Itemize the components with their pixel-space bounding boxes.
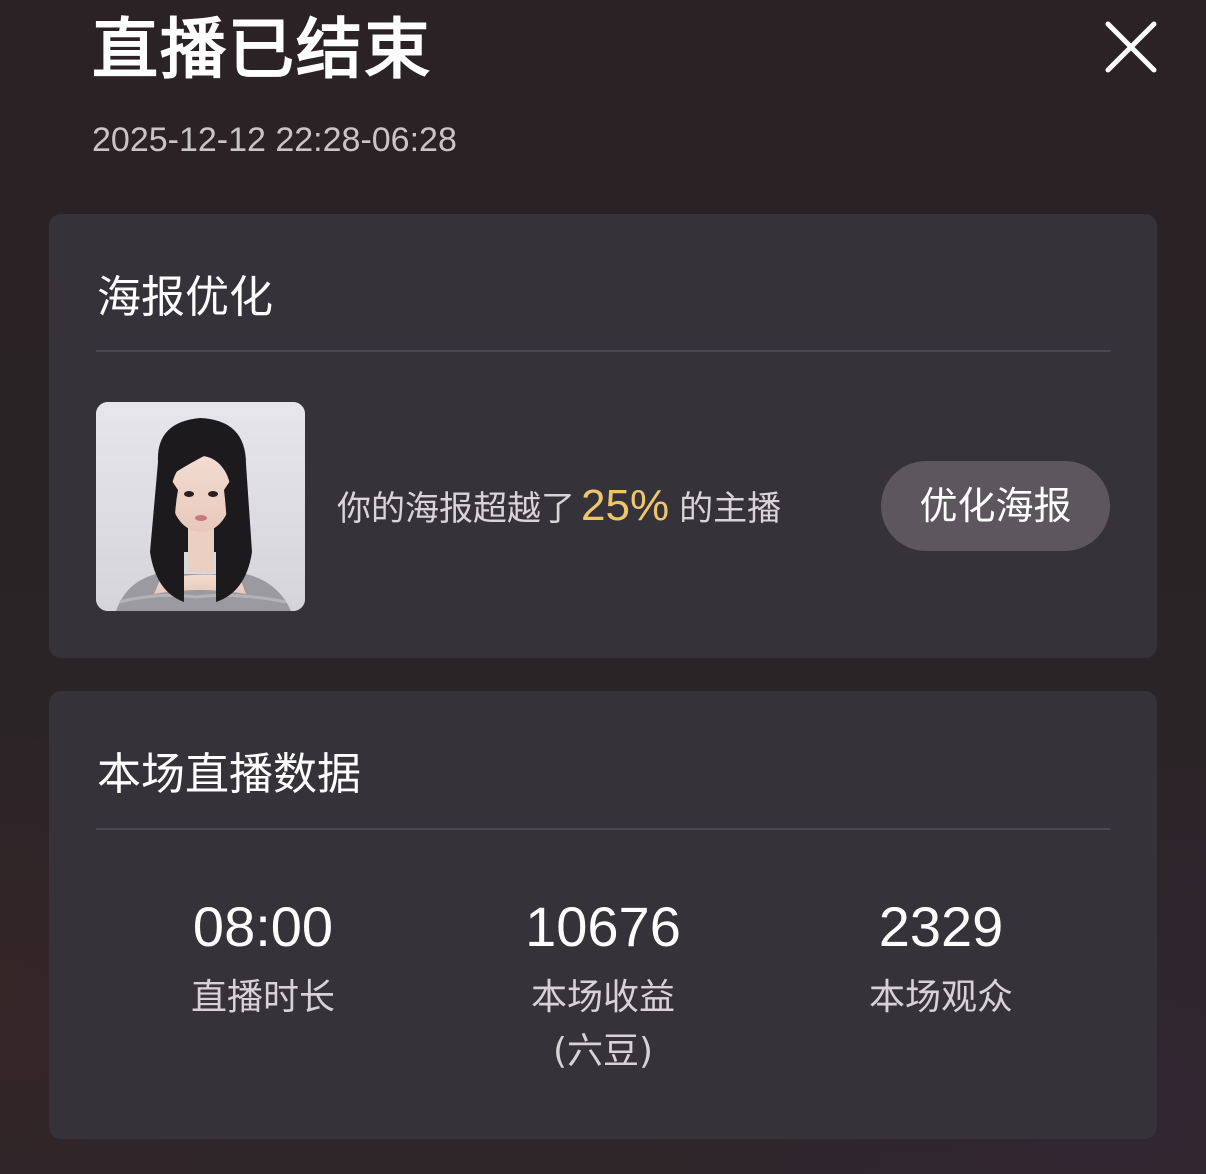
page-title: 直播已结束 <box>92 11 432 88</box>
stat-earnings-label: 本场收益 (六豆) <box>530 977 675 1072</box>
data-card-divider <box>96 828 1110 830</box>
poster-portrait-image <box>96 402 305 611</box>
optimize-poster-button[interactable]: 优化海报 <box>881 461 1110 551</box>
stat-viewers: 2329 本场观众 <box>791 895 1091 1025</box>
close-button[interactable] <box>1100 16 1162 78</box>
live-time-range: 2025-12-12 22:28-06:28 <box>92 121 457 159</box>
poster-rank-message: 你的海报超越了 25% 的主播 <box>337 482 781 533</box>
poster-message-prefix: 你的海报超越了 <box>337 489 575 529</box>
poster-optimization-card: 海报优化 你的海报超越了 25% 的主播 优化海报 <box>49 214 1157 658</box>
poster-message-suffix: 的主播 <box>679 489 782 529</box>
stat-earnings: 10676 本场收益 (六豆) <box>453 895 753 1079</box>
stat-earnings-value: 10676 <box>525 895 681 958</box>
close-icon <box>1105 21 1157 73</box>
poster-percent: 25% <box>581 481 670 530</box>
stat-duration-value: 08:00 <box>192 895 334 958</box>
stat-duration-label: 直播时长 <box>190 977 335 1018</box>
poster-card-title: 海报优化 <box>97 272 273 323</box>
data-card-title: 本场直播数据 <box>97 749 361 800</box>
live-data-card: 本场直播数据 08:00 直播时长 10676 本场收益 (六豆) 2329 本… <box>49 691 1157 1139</box>
poster-card-divider <box>96 350 1110 352</box>
stat-viewers-value: 2329 <box>878 895 1004 958</box>
stat-viewers-label: 本场观众 <box>868 977 1013 1018</box>
stat-duration: 08:00 直播时长 <box>113 895 413 1025</box>
poster-thumbnail[interactable] <box>96 402 305 611</box>
